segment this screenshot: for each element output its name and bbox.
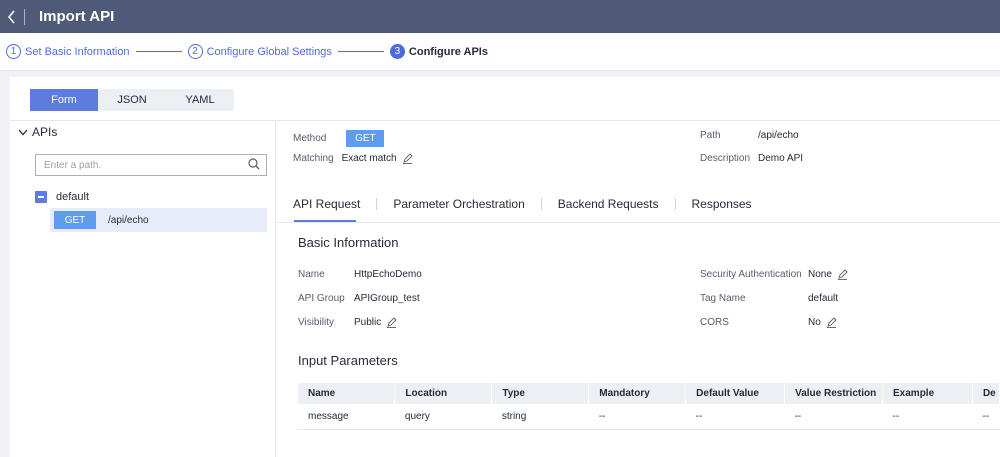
matching-row: Matching Exact match (293, 153, 413, 164)
table-cell: string (491, 404, 589, 430)
visibility-row: Visibility Public (298, 317, 397, 328)
tag-name-value: default (808, 293, 839, 304)
back-icon[interactable] (0, 0, 22, 33)
collapse-group-icon[interactable] (35, 191, 47, 203)
tab-divider (540, 198, 542, 210)
description-value: Demo API (758, 153, 804, 164)
column-header: Mandatory (588, 383, 687, 404)
matching-value: Exact match (341, 153, 397, 164)
table-header-row: Name Location Type Mandatory Default Val… (298, 383, 1000, 404)
basic-info-title: Basic Information (298, 235, 399, 250)
table-cell: -- (685, 404, 785, 430)
cors-label: CORS (700, 317, 729, 328)
search-icon[interactable] (248, 157, 260, 173)
method-badge: GET (54, 211, 96, 229)
top-bar: Import API (0, 0, 1000, 33)
api-group-label: API Group (298, 293, 345, 304)
column-header: De (972, 383, 1000, 404)
visibility-label: Visibility (298, 317, 334, 328)
table-cell: -- (972, 404, 1000, 430)
column-header: Type (491, 383, 590, 404)
security-auth-row: Security Authentication None (700, 269, 848, 280)
name-row: Name HttpEchoDemo (298, 269, 422, 280)
tag-name-row: Tag Name default (700, 293, 838, 304)
method-badge: GET (346, 130, 385, 147)
format-tab-yaml[interactable]: YAML (166, 89, 234, 111)
step-number: 2 (187, 44, 203, 59)
divider (24, 8, 25, 25)
step-number: 1 (6, 44, 21, 59)
api-group[interactable]: default (35, 191, 89, 203)
name-label: Name (298, 269, 325, 280)
stepper: 1 Set Basic Information 2 Configure Glob… (0, 33, 1000, 71)
description-row: Description Demo API (700, 153, 803, 164)
edit-icon[interactable] (837, 269, 848, 280)
step-number: 3 (389, 44, 405, 59)
column-header: Name (298, 383, 396, 404)
tag-name-label: Tag Name (700, 293, 746, 304)
table-cell: -- (784, 404, 883, 430)
format-tab-json[interactable]: JSON (98, 89, 166, 111)
format-switch: Form JSON YAML (30, 89, 234, 111)
cors-row: CORS No (700, 317, 837, 328)
step-label: Configure APIs (408, 45, 488, 58)
column-header: Example (882, 383, 973, 404)
api-sidebar: APIs Enter a path. default GET /api/echo (10, 121, 276, 457)
api-path: /api/echo (108, 214, 149, 226)
step-label: Set Basic Information (25, 45, 130, 58)
name-value: HttpEchoDemo (354, 269, 422, 280)
main-content: Form JSON YAML APIs Enter a path. defaul… (10, 77, 1000, 457)
detail-tabs: API Request Parameter Orchestration Back… (293, 197, 752, 211)
api-list-item[interactable]: GET /api/echo (50, 208, 267, 232)
input-params-table: Name Location Type Mandatory Default Val… (298, 383, 1000, 430)
api-group-row: API Group APIGroup_test (298, 293, 420, 304)
input-params-title: Input Parameters (298, 353, 398, 368)
table-cell: -- (588, 404, 686, 430)
table-cell: -- (882, 404, 973, 430)
tab-backend-requests[interactable]: Backend Requests (558, 197, 659, 211)
cors-value: No (808, 317, 821, 328)
security-auth-label: Security Authentication (700, 269, 802, 280)
matching-label: Matching (293, 153, 334, 164)
security-auth-value: None (808, 269, 832, 280)
api-group-value: APIGroup_test (354, 293, 420, 304)
path-row: Path /api/echo (700, 130, 799, 141)
column-header: Location (394, 383, 493, 404)
column-header: Value Restriction (784, 383, 884, 404)
method-row: Method GET (293, 130, 385, 147)
table-row: message query string -- -- -- -- -- (298, 404, 1000, 430)
table-cell: message (298, 404, 395, 430)
divider (276, 222, 1000, 223)
tab-parameter-orchestration[interactable]: Parameter Orchestration (393, 197, 524, 211)
step-1: 1 Set Basic Information (6, 44, 130, 59)
search-placeholder: Enter a path. (44, 159, 102, 171)
group-label: default (56, 191, 90, 203)
visibility-value: Public (354, 317, 382, 328)
edit-icon[interactable] (402, 153, 413, 164)
step-2: 2 Configure Global Settings (187, 44, 332, 59)
step-connector (135, 51, 182, 52)
apis-header[interactable]: APIs (10, 121, 275, 143)
path-value: /api/echo (758, 130, 799, 141)
search-input[interactable]: Enter a path. (35, 154, 267, 176)
step-3: 3 Configure APIs (389, 44, 488, 59)
edit-icon[interactable] (826, 317, 837, 328)
format-tab-form[interactable]: Form (30, 89, 98, 111)
tab-divider (674, 198, 676, 210)
tab-divider (376, 198, 378, 210)
apis-title: APIs (32, 125, 58, 139)
edit-icon[interactable] (386, 317, 397, 328)
column-header: Default Value (685, 383, 786, 404)
table-cell: query (394, 404, 492, 430)
page-title: Import API (39, 8, 115, 25)
chevron-down-icon[interactable] (18, 129, 28, 136)
step-connector (337, 51, 384, 52)
tab-responses[interactable]: Responses (692, 197, 752, 211)
tab-api-request[interactable]: API Request (293, 197, 360, 211)
method-label: Method (293, 133, 327, 144)
path-label: Path (700, 130, 721, 141)
step-label: Configure Global Settings (206, 45, 332, 58)
description-label: Description (700, 153, 751, 164)
